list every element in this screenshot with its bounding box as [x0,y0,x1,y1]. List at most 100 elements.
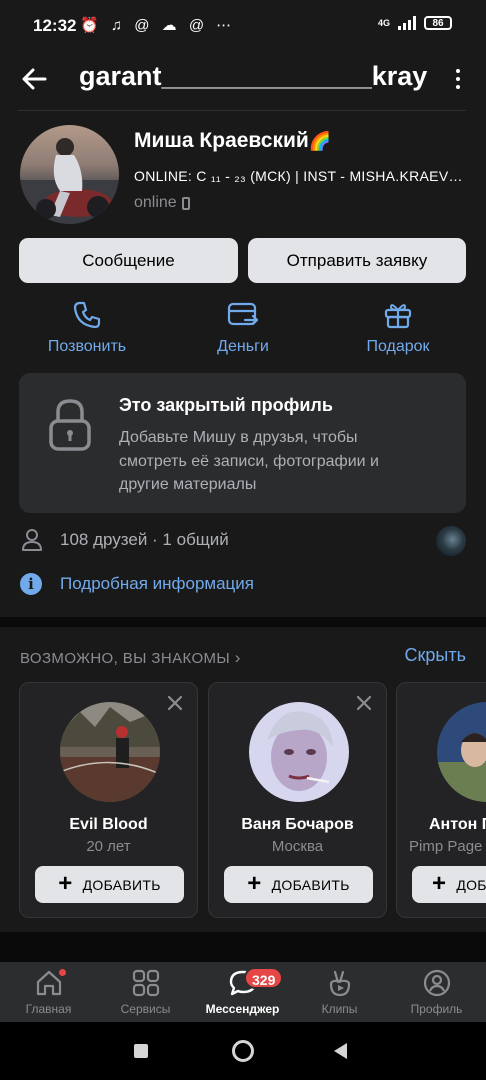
suggestion-subtitle: 20 лет [86,838,131,855]
suggestion-avatar[interactable] [437,702,486,802]
suggestion-card[interactable]: Антон П Pimp Page + ДОБАВИТЬ [396,682,486,918]
profile-screen: garant______________kray Миша Краевский🌈… [0,52,486,962]
unread-count-badge: 329 [244,967,284,989]
gift-icon [384,304,412,329]
close-icon[interactable] [165,693,185,713]
mutual-friend-avatar[interactable] [436,526,466,556]
tab-label: Мессенджер [205,1002,280,1016]
hide-suggestions-link[interactable]: Скрыть [405,645,466,666]
photo-icon [437,702,486,802]
plus-icon: + [58,869,73,897]
suggestion-name: Антон П [397,816,486,834]
more-dot-icon [456,77,460,81]
detailed-info-link[interactable]: Подробная информация [60,574,254,594]
photo-icon [60,702,160,802]
closed-profile-description: Добавьте Мишу в друзья, чтобы смотреть е… [119,429,379,493]
suggestions-heading[interactable]: ВОЗМОЖНО, ВЫ ЗНАКОМЫ › [20,648,241,668]
mobile-device-icon [181,196,190,210]
tab-label: Клипы [321,1002,358,1016]
page-title: garant______________kray [79,61,428,91]
header-divider [18,110,466,111]
tab-home[interactable]: Главная [0,966,97,1016]
suggestion-subtitle: Москва [271,838,324,855]
suggestion-avatar[interactable] [60,702,160,802]
money-label: Деньги [217,338,269,355]
more-dot-icon [456,69,460,73]
suggestions-carousel[interactable]: Evil Blood 20 лет + ДОБАВИТЬ Ваня Бочаро… [19,682,486,918]
info-icon: i [20,573,42,595]
back-arrow-icon [22,68,47,90]
friends-row[interactable]: 108 друзей · 1 общий [20,526,466,556]
status-right: 4G 86 [378,16,452,30]
network-type: 4G [377,18,390,28]
profile-name-text: Миша Краевский [134,129,309,152]
tab-label: Главная [25,1002,72,1016]
suggestions-heading-text: ВОЗМОЖНО, ВЫ ЗНАКОМЫ [20,650,231,667]
user-icon [22,529,42,551]
top-bar: garant______________kray [0,52,486,108]
notification-dot [58,968,67,977]
add-label: ДОБАВИТЬ [82,876,161,893]
gift-action[interactable]: Подарок [338,300,458,356]
profile-status: ONLINE: С ₁₁ - ₂₃ (МСК) | INST - MISHA.K… [134,168,470,184]
add-friend-button[interactable]: + ДОБАВИТЬ [35,866,184,903]
profile-avatar[interactable] [20,125,119,224]
suggestion-name-text: Антон П [429,816,486,833]
rainbow-emoji-icon: 🌈 [308,131,332,151]
message-button[interactable]: Сообщение [19,238,238,283]
friends-count: 108 друзей · 1 общий [60,530,229,549]
more-dot-icon [456,85,460,89]
online-label: online [134,194,177,211]
tab-label: Профиль [410,1002,463,1016]
money-transfer-icon [227,302,259,326]
profile-name: Миша Краевский🌈 [134,129,331,153]
lock-icon [49,399,91,451]
back-button[interactable] [18,62,52,96]
suggestion-subtitle: Pimp Page [397,838,486,855]
more-options-button[interactable] [446,62,470,96]
suggestion-card[interactable]: Ваня Бочаров Москва + ДОБАВИТЬ [208,682,387,918]
suggestion-subtitle-text: Pimp Page [409,838,483,855]
services-icon [132,969,159,997]
closed-profile-card: Это закрытый профиль Добавьте Мишу в дру… [19,373,466,513]
call-label: Позвонить [47,338,127,355]
signal-icon [398,16,416,30]
suggestion-name: Evil Blood [69,816,148,833]
phone-icon [73,301,101,329]
gift-label: Подарок [366,338,430,355]
back-triangle-icon[interactable] [334,1043,347,1059]
suggestion-card[interactable]: Evil Blood 20 лет + ДОБАВИТЬ [19,682,198,918]
clips-icon [329,970,350,997]
battery-icon: 86 [424,16,452,30]
chevron-right-icon: › [234,648,241,667]
online-status: online [134,194,190,212]
system-navigation-bar [0,1022,486,1080]
closed-profile-title: Это закрытый профиль [119,395,333,415]
tab-services[interactable]: Сервисы [97,966,194,1016]
add-label: ДОБАВИТЬ [456,876,486,893]
add-friend-button[interactable]: + ДОБАВИТЬ [224,866,373,903]
status-bar: 12:32 ⏰ ♫ @ ☁ @ ⋯ 4G 86 [0,0,486,52]
suggestion-name: Ваня Бочаров [241,816,354,833]
tab-clips[interactable]: Клипы [291,966,388,1016]
profile-icon [423,969,450,997]
notification-icons: ⏰ ♫ @ ☁ @ ⋯ [80,17,236,34]
add-friend-button[interactable]: + ДОБАВИТЬ [412,866,486,903]
plus-icon: + [247,869,262,897]
send-request-button[interactable]: Отправить заявку [248,238,466,283]
money-action[interactable]: Деньги [183,300,303,356]
recent-apps-icon[interactable] [134,1044,148,1058]
call-action[interactable]: Позвонить [27,300,147,356]
photo-icon [249,702,349,802]
battery-level: 86 [432,17,444,29]
home-circle-icon[interactable] [232,1040,254,1062]
section-divider [0,617,486,627]
tab-profile[interactable]: Профиль [388,966,485,1016]
tab-label: Сервисы [120,1002,171,1016]
suggestion-avatar[interactable] [249,702,349,802]
section-divider [0,932,486,962]
close-icon[interactable] [354,693,374,713]
avatar-photo-icon [20,138,119,224]
tab-messenger[interactable]: 329 Мессенджер [194,966,291,1016]
status-time: 12:32 [33,16,77,35]
